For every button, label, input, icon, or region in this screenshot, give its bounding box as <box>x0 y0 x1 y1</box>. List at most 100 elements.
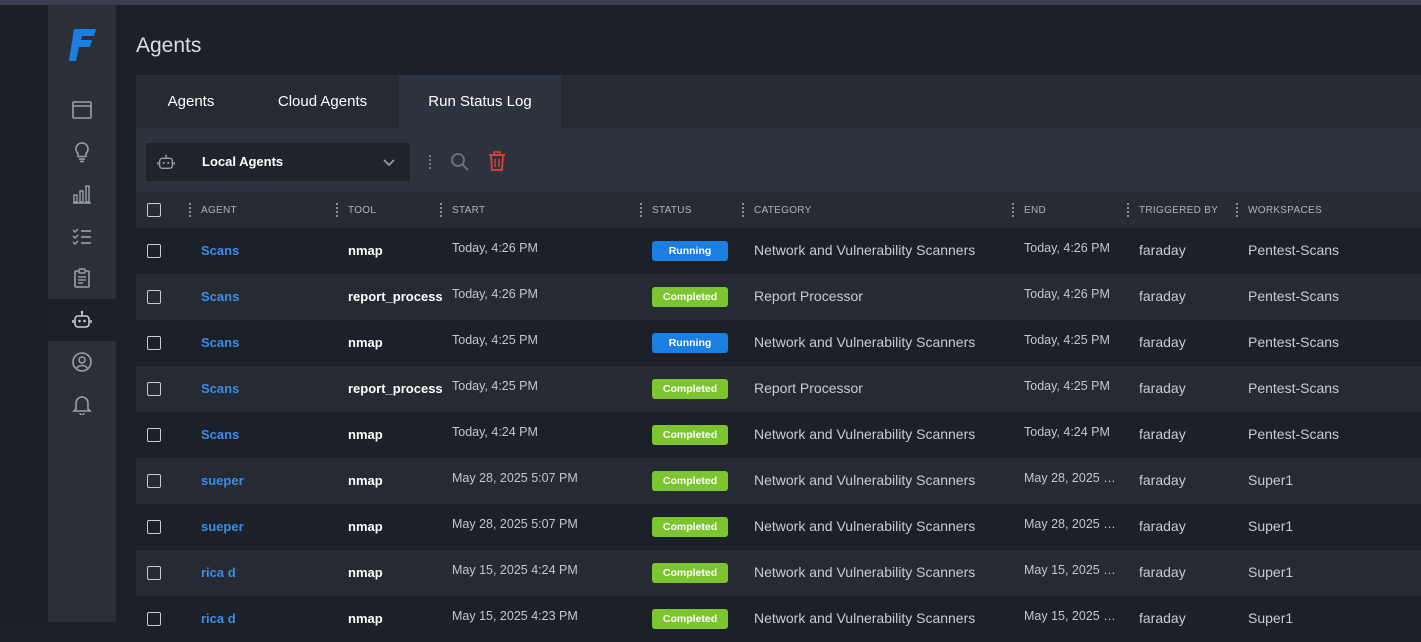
agent-type-dropdown[interactable]: Local Agents <box>146 143 410 181</box>
tool-name: nmap <box>348 243 383 258</box>
start-time: Today, 4:24 PM <box>452 425 538 439</box>
robot-icon <box>72 310 92 328</box>
faraday-logo[interactable] <box>68 27 98 63</box>
agent-link[interactable]: Scans <box>201 335 239 350</box>
table-header: AGENT TOOL START STATUS CATEGORY END TRI… <box>136 192 1421 228</box>
column-header-workspaces[interactable]: WORKSPACES <box>1248 205 1322 216</box>
sidebar-item-reports[interactable] <box>48 257 116 299</box>
column-header-end[interactable]: END <box>1024 205 1046 216</box>
column-resize-handle[interactable] <box>189 203 193 217</box>
column-header-start[interactable]: START <box>452 205 485 216</box>
table-row[interactable]: rica d nmap May 15, 2025 4:24 PM Completed N… <box>136 550 1421 596</box>
toolbar-separator <box>429 155 431 169</box>
column-header-triggered-by[interactable]: TRIGGERED BY <box>1139 205 1218 216</box>
trash-icon[interactable] <box>488 151 506 171</box>
start-time: May 28, 2025 5:07 PM <box>452 471 578 485</box>
sidebar-item-tasks[interactable] <box>48 215 116 257</box>
sidebar-item-notifications[interactable] <box>48 383 116 425</box>
tab-bar: Agents Cloud Agents Run Status Log <box>136 75 1421 128</box>
row-checkbox[interactable] <box>147 382 161 396</box>
column-resize-handle[interactable] <box>1236 203 1240 217</box>
row-checkbox[interactable] <box>147 612 161 626</box>
end-time: May 28, 2025 5:07 PM <box>1024 517 1120 531</box>
category-text: Network and Vulnerability Scanners <box>754 426 976 442</box>
start-time: May 15, 2025 4:23 PM <box>452 609 578 623</box>
workspace-text: Pentest-Scans <box>1248 380 1340 396</box>
search-icon[interactable] <box>450 152 470 172</box>
sidebar-item-analytics[interactable] <box>48 173 116 215</box>
agent-link[interactable]: rica d <box>201 611 236 626</box>
agent-link[interactable]: sueper <box>201 519 244 534</box>
agent-link[interactable]: Scans <box>201 289 239 304</box>
triggered-by-text: faraday <box>1139 472 1186 488</box>
page-title: Agents <box>136 34 202 57</box>
row-checkbox[interactable] <box>147 566 161 580</box>
dropdown-selected-value: Local Agents <box>202 154 284 169</box>
column-resize-handle[interactable] <box>742 203 746 217</box>
table-row[interactable]: sueper nmap May 28, 2025 5:07 PM Completed N… <box>136 458 1421 504</box>
column-resize-handle[interactable] <box>1012 203 1016 217</box>
tab-cloud-agents[interactable]: Cloud Agents <box>246 75 399 128</box>
clipboard-icon <box>74 268 90 288</box>
table-row[interactable]: Scans nmap Today, 4:24 PM Completed Network … <box>136 412 1421 458</box>
end-time: May 15, 2025 4:24 PM <box>1024 563 1120 577</box>
row-checkbox[interactable] <box>147 428 161 442</box>
status-badge: Completed <box>652 517 728 537</box>
start-time: Today, 4:26 PM <box>452 287 538 301</box>
table-row[interactable]: rica d nmap May 15, 2025 4:23 PM Completed N… <box>136 596 1421 642</box>
status-badge: Completed <box>652 563 728 583</box>
browser-window-icon <box>72 101 92 119</box>
column-resize-handle[interactable] <box>640 203 644 217</box>
category-text: Network and Vulnerability Scanners <box>754 472 976 488</box>
row-checkbox[interactable] <box>147 336 161 350</box>
tab-run-status-log[interactable]: Run Status Log <box>399 75 561 128</box>
workspace-text: Pentest-Scans <box>1248 426 1340 442</box>
triggered-by-text: faraday <box>1139 610 1186 626</box>
row-checkbox[interactable] <box>147 244 161 258</box>
triggered-by-text: faraday <box>1139 380 1186 396</box>
select-all-checkbox[interactable] <box>147 203 161 217</box>
table-row[interactable]: Scans report_processor Today, 4:25 PM Compl… <box>136 366 1421 412</box>
workspace-text: Pentest-Scans <box>1248 334 1340 350</box>
column-header-tool[interactable]: TOOL <box>348 205 376 216</box>
column-header-agent[interactable]: AGENT <box>201 205 237 216</box>
tool-name: nmap <box>348 519 383 534</box>
category-text: Network and Vulnerability Scanners <box>754 610 976 626</box>
column-resize-handle[interactable] <box>1127 203 1131 217</box>
column-header-category[interactable]: CATEGORY <box>754 205 812 216</box>
status-badge: Completed <box>652 471 728 491</box>
sidebar-item-dashboard[interactable] <box>48 89 116 131</box>
sidebar-item-agents[interactable] <box>48 299 116 341</box>
row-checkbox[interactable] <box>147 474 161 488</box>
table-row[interactable]: Scans nmap Today, 4:26 PM Running Network an… <box>136 228 1421 274</box>
agent-link[interactable]: rica d <box>201 565 236 580</box>
triggered-by-text: faraday <box>1139 242 1186 258</box>
tab-agents[interactable]: Agents <box>136 75 246 128</box>
agent-link[interactable]: Scans <box>201 427 239 442</box>
table-row[interactable]: sueper nmap May 28, 2025 5:07 PM Completed N… <box>136 504 1421 550</box>
workspace-text: Pentest-Scans <box>1248 288 1340 304</box>
tool-name: report_processor <box>348 289 442 304</box>
toolbar: Local Agents <box>136 128 1421 192</box>
start-time: May 28, 2025 5:07 PM <box>452 517 578 531</box>
triggered-by-text: faraday <box>1139 288 1186 304</box>
tool-name: report_processor <box>348 381 442 396</box>
end-time: Today, 4:26 PM <box>1024 241 1110 255</box>
column-resize-handle[interactable] <box>336 203 340 217</box>
status-badge: Completed <box>652 287 728 307</box>
table-row[interactable]: Scans report_processor Today, 4:26 PM Compl… <box>136 274 1421 320</box>
agent-link[interactable]: Scans <box>201 243 239 258</box>
end-time: Today, 4:25 PM <box>1024 379 1110 393</box>
table-row[interactable]: Scans nmap Today, 4:25 PM Running Network an… <box>136 320 1421 366</box>
agent-link[interactable]: sueper <box>201 473 244 488</box>
column-resize-handle[interactable] <box>440 203 444 217</box>
agent-link[interactable]: Scans <box>201 381 239 396</box>
category-text: Report Processor <box>754 380 863 396</box>
row-checkbox[interactable] <box>147 290 161 304</box>
main-content: Agents Agents Cloud Agents Run Status Lo… <box>116 5 1421 642</box>
sidebar-item-insights[interactable] <box>48 131 116 173</box>
sidebar-item-users[interactable] <box>48 341 116 383</box>
row-checkbox[interactable] <box>147 520 161 534</box>
column-header-status[interactable]: STATUS <box>652 205 692 216</box>
bar-chart-icon <box>73 185 91 204</box>
